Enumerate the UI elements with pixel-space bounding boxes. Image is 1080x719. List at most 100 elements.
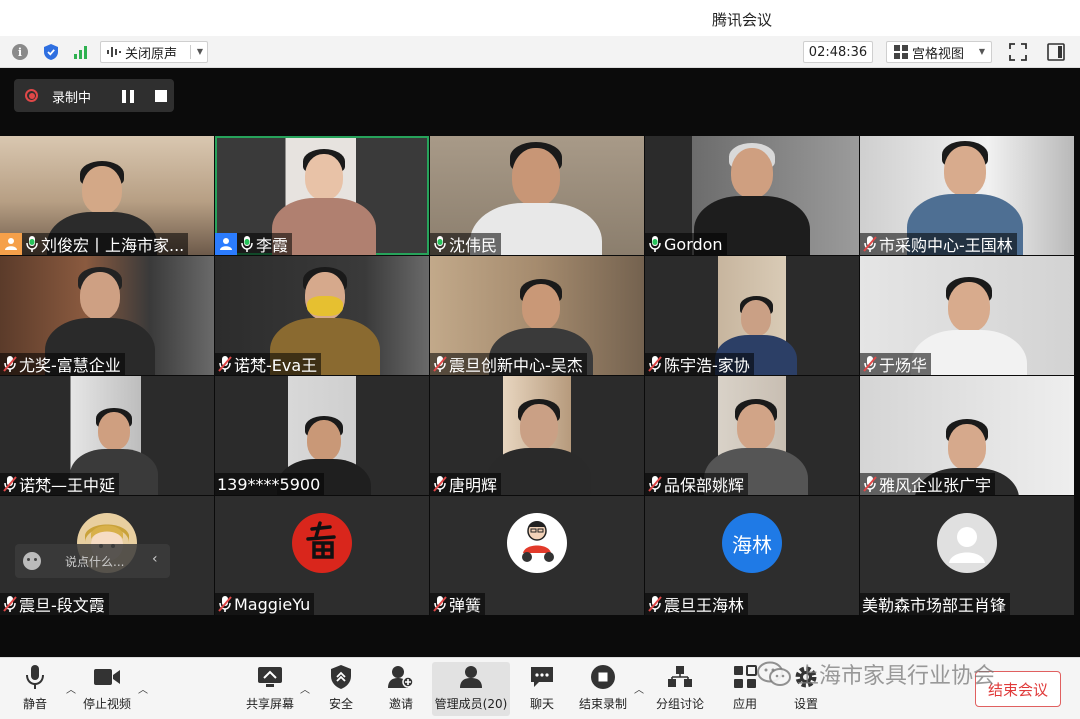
apps-label: 应用 <box>732 697 757 711</box>
participant-tile[interactable]: 尤奖-富慧企业 <box>0 256 214 375</box>
participant-tile[interactable]: MaggieYu <box>215 496 429 615</box>
participant-name-tag: 雅风企业张广宇 <box>860 473 996 495</box>
stop-record-icon <box>588 662 618 692</box>
avatar-initials: 海林 <box>732 532 772 557</box>
participant-tile[interactable]: 沈伟民 <box>430 136 644 255</box>
microphone-on-icon <box>24 234 40 254</box>
participant-name-tag: 于炀华 <box>860 353 932 375</box>
user-icon <box>456 662 486 692</box>
microphone-muted-icon <box>862 474 878 494</box>
view-mode-label: 宫格视图 <box>912 46 965 62</box>
participant-tile[interactable]: 海林震旦王海林 <box>645 496 859 615</box>
participant-name-tag: 139****5900 <box>215 473 325 495</box>
chat-placeholder: 说点什么... <box>65 555 125 569</box>
participant-tile[interactable]: 诺梵—王中延 <box>0 376 214 495</box>
signal-strength-icon[interactable] <box>71 42 91 62</box>
breakout-rooms-button[interactable]: 分组讨论 <box>655 662 705 716</box>
participant-tile[interactable]: 诺梵-Eva王 <box>215 256 429 375</box>
participant-name: 139****5900 <box>217 474 321 494</box>
fullscreen-icon[interactable] <box>1008 42 1028 62</box>
participant-tile[interactable]: 唐明辉 <box>430 376 644 495</box>
participant-tile[interactable]: 李霞 <box>215 136 429 255</box>
participant-tile[interactable]: 震旦创新中心-吴杰 <box>430 256 644 375</box>
cartoon-scooter-avatar-icon <box>507 513 567 573</box>
participant-tile[interactable]: 陈宇浩-家协 <box>645 256 859 375</box>
stop-recording-button[interactable] <box>151 86 171 106</box>
participant-name: 震旦王海林 <box>664 596 745 615</box>
participant-tile[interactable]: 雅风企业张广宇 <box>860 376 1074 495</box>
window-title: 腾讯会议 <box>712 11 773 29</box>
mute-button[interactable]: 静音 <box>18 662 52 716</box>
breakout-icon <box>665 662 695 692</box>
participant-tile[interactable]: 美勒森市场部王肖锋 <box>860 496 1074 615</box>
chevron-up-icon[interactable]: ︿ <box>634 681 644 696</box>
security-button[interactable]: 安全 <box>325 662 357 716</box>
view-mode-dropdown[interactable]: 宫格视图 ▼ <box>886 41 992 63</box>
chat-input-bubble[interactable]: 说点什么... ‹ <box>15 544 170 578</box>
participant-tile[interactable]: Gordon <box>645 136 859 255</box>
chevron-up-icon[interactable]: ︿ <box>66 681 76 696</box>
collapse-arrow-icon[interactable]: ‹ <box>152 551 158 567</box>
invite-button[interactable]: 邀请 <box>385 662 417 716</box>
sidebar-toggle-icon[interactable] <box>1046 42 1066 62</box>
participant-name-tag: 市采购中心-王国林 <box>860 233 1017 255</box>
original-sound-toggle[interactable]: 关闭原声 ▼ <box>100 41 208 63</box>
sound-wave-icon <box>107 47 121 57</box>
chevron-down-icon[interactable]: ▼ <box>197 47 203 56</box>
participant-name: 美勒森市场部王肖锋 <box>862 596 1007 615</box>
participant-name-tag: 震旦创新中心-吴杰 <box>430 353 587 375</box>
participant-name: 陈宇浩-家协 <box>664 356 750 375</box>
participant-tile[interactable]: 139****5900 <box>215 376 429 495</box>
microphone-icon <box>20 662 50 692</box>
settings-label: 设置 <box>793 697 818 711</box>
microphone-muted-icon <box>862 234 878 254</box>
microphone-muted-icon <box>862 354 878 374</box>
participant-name-tag: 震旦-段文霞 <box>0 593 109 615</box>
participant-name-tag: 品保部姚辉 <box>645 473 749 495</box>
end-recording-button[interactable]: 结束录制 <box>578 662 628 716</box>
info-icon[interactable]: i <box>10 42 30 62</box>
share-screen-button[interactable]: 共享屏幕 <box>245 662 295 716</box>
watermark-text: 上海市家具行业协会 <box>797 664 996 689</box>
microphone-muted-icon <box>432 354 448 374</box>
microphone-on-icon <box>432 234 448 254</box>
pause-recording-button[interactable] <box>118 86 138 106</box>
wechat-logo-icon <box>757 661 791 687</box>
wechat-watermark: 上海市家具行业协会 <box>757 659 995 689</box>
stop-video-button[interactable]: 停止视频 <box>82 662 132 716</box>
participant-name-tag: 诺梵—王中延 <box>0 473 120 495</box>
participant-name: 李霞 <box>256 236 289 255</box>
participant-tile[interactable]: 刘俊宏丨上海市家... <box>0 136 214 255</box>
manage-members-button[interactable]: 管理成员(20) <box>432 662 510 716</box>
participant-tile[interactable]: 市采购中心-王国林 <box>860 136 1074 255</box>
participant-name-tag: 陈宇浩-家协 <box>645 353 754 375</box>
participant-name: 弹簧 <box>449 596 482 615</box>
invite-label: 邀请 <box>388 697 413 711</box>
security-label: 安全 <box>328 697 353 711</box>
participant-name-tag: Gordon <box>645 233 727 255</box>
participant-name-tag: 诺梵-Eva王 <box>215 353 322 375</box>
emoji-icon[interactable] <box>23 552 41 570</box>
info-bar: i 关闭原声 ▼ 02:48:36 宫格视图 ▼ <box>0 36 1080 68</box>
participant-name: 震旦-段文霞 <box>19 596 105 615</box>
share-screen-icon <box>255 662 285 692</box>
fu-character-avatar-icon <box>292 513 352 573</box>
apps-grid-icon <box>730 662 760 692</box>
microphone-muted-icon <box>217 354 233 374</box>
microphone-muted-icon <box>2 594 18 614</box>
microphone-muted-icon <box>647 354 663 374</box>
participant-tile[interactable]: 于炀华 <box>860 256 1074 375</box>
chat-button[interactable]: 聊天 <box>526 662 558 716</box>
microphone-muted-icon <box>2 354 18 374</box>
participant-name: MaggieYu <box>234 594 311 614</box>
chevron-up-icon[interactable]: ︿ <box>138 681 148 696</box>
participant-name-tag: 尤奖-富慧企业 <box>0 353 125 375</box>
participant-tile[interactable]: 品保部姚辉 <box>645 376 859 495</box>
participant-tile[interactable]: 弹簧 <box>430 496 644 615</box>
meeting-timer: 02:48:36 <box>803 41 873 63</box>
record-dot-icon <box>25 89 38 102</box>
chevron-up-icon[interactable]: ︿ <box>300 681 310 696</box>
participant-name-tag: 震旦王海林 <box>645 593 749 615</box>
chat-label: 聊天 <box>529 697 554 711</box>
shield-icon[interactable] <box>41 42 61 62</box>
